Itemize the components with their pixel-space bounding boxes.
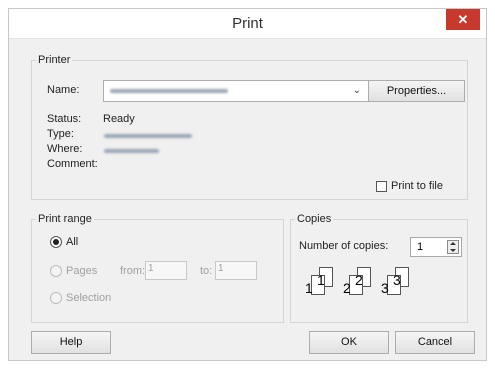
from-label: from: xyxy=(120,265,146,277)
chevron-down-icon: ⌄ xyxy=(352,85,361,96)
radio-all-label[interactable]: All xyxy=(66,236,78,248)
collate-icon: 1 1 2 2 3 3 xyxy=(305,267,455,307)
radio-pages[interactable] xyxy=(50,265,62,277)
collate-label-3b: 3 xyxy=(393,272,401,288)
name-label: Name: xyxy=(47,84,80,96)
ok-button[interactable]: OK xyxy=(309,331,389,354)
close-button[interactable]: ✕ xyxy=(446,9,480,30)
to-label: to: xyxy=(200,265,213,277)
comment-label: Comment: xyxy=(47,158,98,170)
collate-label-3a: 3 xyxy=(381,280,389,296)
cancel-button[interactable]: Cancel xyxy=(395,331,475,354)
spin-updown-icon[interactable] xyxy=(447,240,459,254)
printer-group-label: Printer xyxy=(38,54,71,66)
collate-label-1b: 1 xyxy=(317,272,325,288)
radio-pages-label[interactable]: Pages xyxy=(66,265,97,277)
dialog-title: Print xyxy=(232,15,263,32)
copies-value: 1 xyxy=(417,241,424,253)
printer-name-select[interactable]: ⌄ xyxy=(103,80,370,102)
type-label: Type: xyxy=(47,128,74,140)
printer-name-value xyxy=(110,89,228,93)
radio-selection-label[interactable]: Selection xyxy=(66,292,111,304)
collate-label-2a: 2 xyxy=(343,280,351,296)
properties-button[interactable]: Properties... xyxy=(368,80,465,102)
radio-all[interactable] xyxy=(50,236,62,248)
radio-all-selected-dot xyxy=(53,239,59,245)
where-value xyxy=(104,149,159,153)
to-input[interactable]: 1 xyxy=(215,261,257,280)
close-icon: ✕ xyxy=(457,12,469,27)
printer-group: Printer xyxy=(31,54,468,200)
copies-group-label: Copies xyxy=(297,213,332,225)
where-label: Where: xyxy=(47,143,83,155)
type-value xyxy=(104,134,192,138)
print-to-file-checkbox[interactable] xyxy=(376,181,387,192)
copies-spinner[interactable]: 1 xyxy=(410,237,462,257)
status-label: Status: xyxy=(47,113,82,125)
help-button[interactable]: Help xyxy=(31,331,111,354)
print-dialog: Print ✕ Printer Name: ⌄ Properties... St… xyxy=(8,8,487,361)
print-to-file-label[interactable]: Print to file xyxy=(391,180,443,192)
from-input[interactable]: 1 xyxy=(145,261,187,280)
title-bar: Print ✕ xyxy=(9,9,486,39)
collate-label-1a: 1 xyxy=(305,280,313,296)
collate-label-2b: 2 xyxy=(355,272,363,288)
print-range-group-label: Print range xyxy=(38,213,92,225)
number-of-copies-label: Number of copies: xyxy=(299,240,389,252)
status-value: Ready xyxy=(103,113,135,125)
radio-selection[interactable] xyxy=(50,292,62,304)
